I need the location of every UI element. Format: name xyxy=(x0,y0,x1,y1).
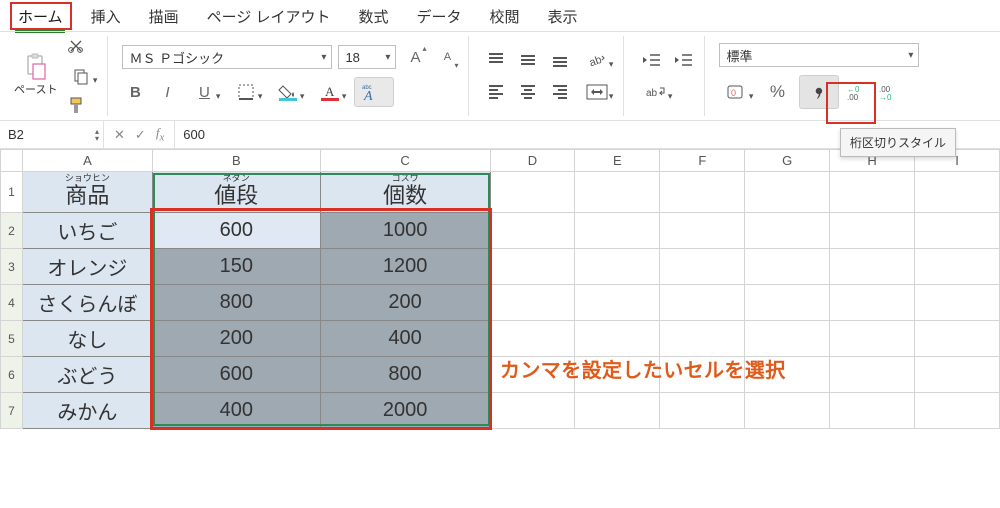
tab-insert[interactable]: 挿入 xyxy=(91,6,121,27)
col-header-D[interactable]: D xyxy=(490,150,575,172)
paste-label: ペースト xyxy=(14,81,57,97)
increase-decimal-icon[interactable]: ←0.00 xyxy=(845,80,871,104)
cell-C1[interactable]: コスウ個数 xyxy=(320,172,490,213)
ribbon-group-alignment: ab xyxy=(475,36,624,116)
cell-C4[interactable]: 200 xyxy=(320,285,490,321)
menu-tabs: ホーム 挿入 描画 ページ レイアウト 数式 データ 校閲 表示 xyxy=(0,0,1000,31)
col-header-B[interactable]: B xyxy=(152,150,320,172)
cell-B4[interactable]: 800 xyxy=(152,285,320,321)
cell-A6[interactable]: ぶどう xyxy=(23,357,153,393)
cancel-formula-icon[interactable]: ✕ xyxy=(114,127,125,143)
svg-text:.00: .00 xyxy=(847,93,859,102)
row-header-5[interactable]: 5 xyxy=(1,321,23,357)
cell-C7[interactable]: 2000 xyxy=(320,393,490,429)
cell-B7[interactable]: 400 xyxy=(152,393,320,429)
cell-A5[interactable]: なし xyxy=(23,321,153,357)
svg-text:A: A xyxy=(325,84,335,99)
col-header-C[interactable]: C xyxy=(320,150,490,172)
increase-indent-icon[interactable] xyxy=(670,48,696,72)
cut-icon[interactable] xyxy=(63,34,89,58)
svg-text:A: A xyxy=(363,89,373,104)
ribbon-group-number: 標準 0 % ←0.00 .00→0 xyxy=(711,36,927,116)
svg-text:ab: ab xyxy=(646,88,658,99)
row-header-1[interactable]: 1 xyxy=(1,172,23,213)
percent-style-button[interactable]: % xyxy=(761,80,793,104)
italic-button[interactable]: I xyxy=(154,80,180,104)
cell-C3[interactable]: 1200 xyxy=(320,249,490,285)
number-format-select[interactable]: 標準 xyxy=(719,43,919,67)
col-header-F[interactable]: F xyxy=(660,150,745,172)
tab-formulas[interactable]: 数式 xyxy=(358,6,388,27)
cell-B5[interactable]: 200 xyxy=(152,321,320,357)
cell-A7[interactable]: みかん xyxy=(23,393,153,429)
comma-style-button[interactable] xyxy=(799,75,839,109)
accounting-format-button[interactable]: 0 xyxy=(719,80,755,104)
tab-review[interactable]: 校閲 xyxy=(490,6,520,27)
cell-C2[interactable]: 1000 xyxy=(320,213,490,249)
tab-home[interactable]: ホーム xyxy=(18,6,63,27)
align-left-icon[interactable] xyxy=(483,80,509,104)
row-header-3[interactable]: 3 xyxy=(1,249,23,285)
col-header-A[interactable]: A xyxy=(23,150,153,172)
select-all-corner[interactable] xyxy=(1,150,23,172)
col-header-E[interactable]: E xyxy=(575,150,660,172)
align-center-icon[interactable] xyxy=(515,80,541,104)
orientation-button[interactable]: ab xyxy=(579,48,615,72)
name-box[interactable]: B2 ▴▾ xyxy=(0,121,104,148)
borders-button[interactable] xyxy=(228,80,264,104)
font-name-select[interactable]: ＭＳ Ｐゴシック xyxy=(122,45,332,69)
spreadsheet-grid[interactable]: A B C D E F G H I 1 ショウヒン商品 ネダン値段 コスウ個数 … xyxy=(0,149,1000,429)
ribbon-group-font: ＭＳ Ｐゴシック 18 B I U A abcA xyxy=(114,36,469,116)
format-painter-icon[interactable] xyxy=(63,94,89,118)
col-header-G[interactable]: G xyxy=(745,150,830,172)
svg-text:0: 0 xyxy=(731,88,736,98)
paste-icon[interactable] xyxy=(23,55,49,79)
increase-font-size-icon[interactable] xyxy=(402,45,428,69)
underline-button[interactable]: U xyxy=(186,80,222,104)
tab-data[interactable]: データ xyxy=(416,6,461,27)
ribbon: ペースト ＭＳ Ｐゴシック 18 B I xyxy=(0,31,1000,121)
cell-A1[interactable]: ショウヒン商品 xyxy=(23,172,153,213)
cell-C5[interactable]: 400 xyxy=(320,321,490,357)
font-color-button[interactable]: A xyxy=(312,80,348,104)
cell-A3[interactable]: オレンジ xyxy=(23,249,153,285)
decrease-decimal-icon[interactable]: .00→0 xyxy=(877,80,903,104)
decrease-font-size-icon[interactable] xyxy=(434,45,460,69)
cell-C6[interactable]: 800 xyxy=(320,357,490,393)
cell-A2[interactable]: いちご xyxy=(23,213,153,249)
cell-B1[interactable]: ネダン値段 xyxy=(152,172,320,213)
tooltip-comma-style: 桁区切りスタイル xyxy=(840,128,956,157)
ribbon-group-clipboard: ペースト xyxy=(6,36,108,116)
decrease-indent-icon[interactable] xyxy=(638,48,664,72)
cell-B3[interactable]: 150 xyxy=(152,249,320,285)
bold-button[interactable]: B xyxy=(122,80,148,104)
align-right-icon[interactable] xyxy=(547,80,573,104)
annotation-callout-text: カンマを設定したいセルを選択 xyxy=(500,354,786,383)
row-header-2[interactable]: 2 xyxy=(1,213,23,249)
row-header-4[interactable]: 4 xyxy=(1,285,23,321)
fill-color-button[interactable] xyxy=(270,80,306,104)
tab-draw[interactable]: 描画 xyxy=(149,6,179,27)
tab-view[interactable]: 表示 xyxy=(548,6,578,27)
row-header-7[interactable]: 7 xyxy=(1,393,23,429)
merge-cells-button[interactable] xyxy=(579,80,615,104)
cell-B2[interactable]: 600 xyxy=(152,213,320,249)
enter-formula-icon[interactable]: ✓ xyxy=(135,127,146,143)
row-header-6[interactable]: 6 xyxy=(1,357,23,393)
phonetic-guide-button[interactable]: abcA xyxy=(354,77,394,107)
align-bottom-icon[interactable] xyxy=(547,48,573,72)
ribbon-group-indent: ab xyxy=(630,36,705,116)
svg-text:ab: ab xyxy=(588,54,604,69)
tab-page-layout[interactable]: ページ レイアウト xyxy=(207,6,331,27)
align-middle-icon[interactable] xyxy=(515,48,541,72)
svg-text:→0: →0 xyxy=(879,93,892,102)
cell-A4[interactable]: さくらんぼ xyxy=(23,285,153,321)
align-top-icon[interactable] xyxy=(483,48,509,72)
wrap-text-button[interactable]: ab xyxy=(638,80,674,104)
copy-icon[interactable] xyxy=(63,64,99,88)
cell-B6[interactable]: 600 xyxy=(152,357,320,393)
font-size-select[interactable]: 18 xyxy=(338,45,396,69)
fx-icon[interactable]: fx xyxy=(156,125,164,144)
